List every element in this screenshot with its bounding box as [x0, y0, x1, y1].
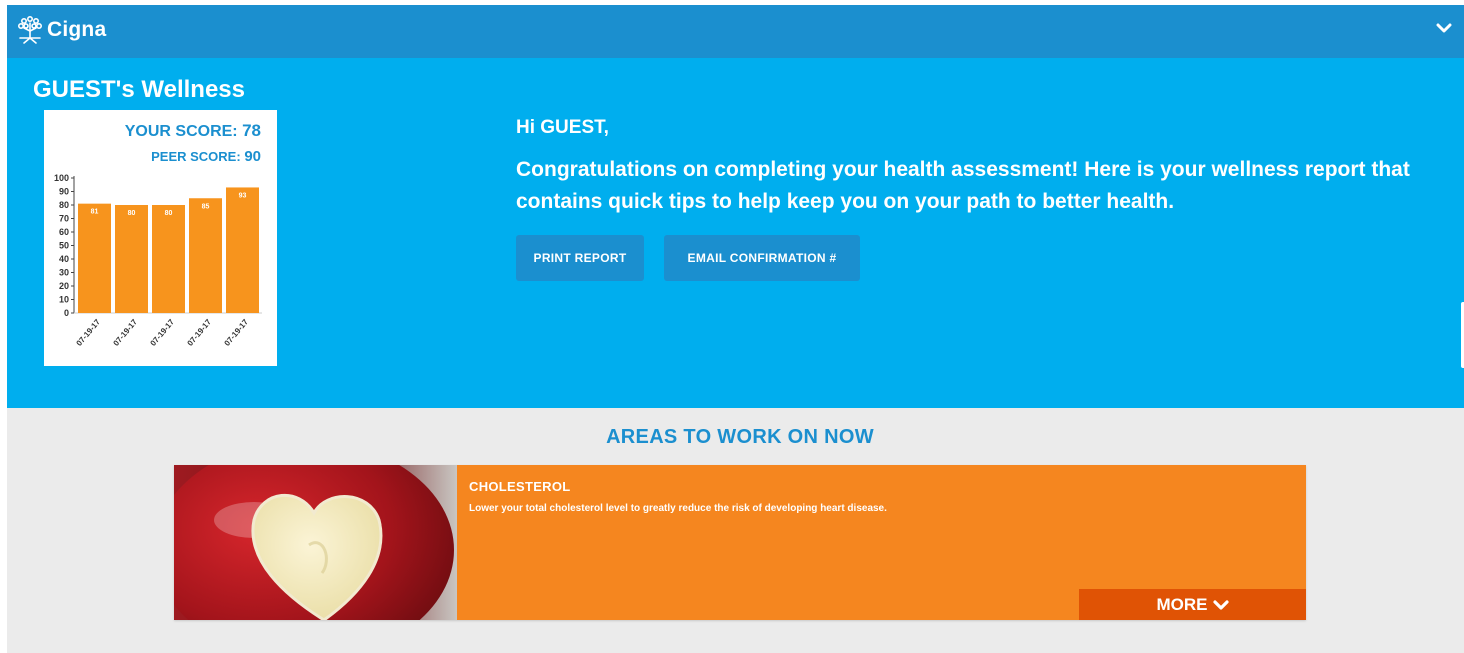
tree-person-icon: [17, 15, 42, 44]
print-report-button[interactable]: PRINT REPORT: [516, 235, 644, 281]
y-tick-label: 80: [59, 200, 69, 210]
y-tick-label: 40: [59, 254, 69, 264]
page: Cigna GUEST's Wellness YOUR SCORE: 78 PE…: [7, 5, 1464, 653]
wellness-title: GUEST's Wellness: [33, 76, 246, 103]
y-tick-label: 90: [59, 187, 69, 197]
bar-value-label: 93: [239, 192, 247, 199]
bar-value-label: 85: [202, 203, 210, 210]
x-tick-label: 07-19-17: [75, 317, 103, 348]
chart-bar: [152, 205, 185, 313]
brand-name: Cigna: [47, 18, 107, 41]
y-tick-label: 70: [59, 214, 69, 224]
cigna-logo[interactable]: Cigna: [17, 15, 106, 45]
bar-value-label: 81: [91, 209, 99, 216]
more-button[interactable]: MORE: [1079, 589, 1306, 620]
x-tick-label: 07-19-17: [223, 317, 251, 348]
y-tick-label: 50: [59, 241, 69, 251]
cholesterol-card: CHOLESTEROL Lower your total cholesterol…: [174, 465, 1306, 620]
chart-bar: [115, 205, 148, 313]
score-card: YOUR SCORE: 78 PEER SCORE: 90 0 10 20 30 40 5…: [44, 110, 277, 366]
bar-value-label: 80: [128, 210, 136, 217]
congratulations-message: Congratulations on completing your healt…: [516, 158, 1410, 213]
y-tick-label: 20: [59, 281, 69, 291]
wellness-hero: GUEST's Wellness YOUR SCORE: 78 PEER SCO…: [7, 58, 1464, 408]
y-tick-label: 60: [59, 227, 69, 237]
x-tick-label: 07-19-17: [186, 317, 214, 348]
chevron-down-icon[interactable]: [1436, 21, 1452, 39]
y-tick-label: 10: [59, 295, 69, 305]
y-tick-label: 100: [54, 173, 69, 183]
email-confirmation-button[interactable]: EMAIL CONFIRMATION #: [664, 235, 860, 281]
chart-bar: [189, 198, 222, 313]
y-tick-label: 30: [59, 268, 69, 278]
card-title: CHOLESTEROL: [469, 479, 571, 494]
top-bar: Cigna: [7, 5, 1464, 58]
card-description: Lower your total cholesterol level to gr…: [469, 503, 887, 514]
chevron-down-icon: [1212, 599, 1229, 610]
x-tick-label: 07-19-17: [149, 317, 177, 348]
score-chart: 0 10 20 30 40 50 60 70 80 90 100 81 07-19-17 80 07-19-…: [54, 173, 262, 348]
areas-title: AREAS TO WORK ON NOW: [606, 426, 874, 448]
chart-bar: [226, 187, 259, 313]
x-tick-label: 07-19-17: [112, 317, 140, 348]
more-label: MORE: [1156, 594, 1208, 614]
apple-heart-image: [174, 465, 457, 620]
greeting: Hi GUEST,: [516, 117, 609, 138]
bar-value-label: 80: [165, 210, 173, 217]
y-tick-label: 0: [64, 308, 69, 318]
chart-bar: [78, 203, 111, 313]
